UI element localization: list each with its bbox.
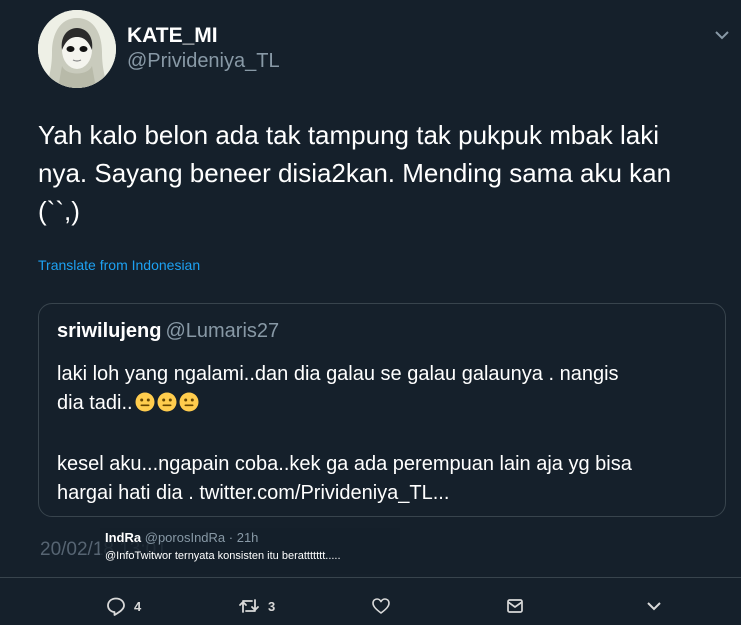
quoted-line: hargai hati dia . twitter.com/Privideniy… xyxy=(57,482,450,504)
author-handle[interactable]: @Privideniya_TL xyxy=(127,50,280,73)
direct-message-button[interactable] xyxy=(505,596,525,616)
reply-count: 4 xyxy=(134,598,142,614)
overlay-reply-text: @InfoTwitwor ternyata konsisten itu bera… xyxy=(105,550,341,562)
overlay-reply-name[interactable]: IndRa xyxy=(105,530,141,545)
reply-button[interactable]: 4 xyxy=(106,596,141,616)
quoted-tweet[interactable]: sriwilujeng @Lumaris27 laki loh yang ngal… xyxy=(38,303,726,517)
quoted-line-with-emoji: dia tadi.. xyxy=(57,389,717,418)
divider xyxy=(0,577,741,578)
tweet-line: nya. Sayang beneer disia2kan. Mending sa… xyxy=(38,158,672,188)
quoted-header: sriwilujeng @Lumaris27 xyxy=(57,320,279,343)
translate-link[interactable]: Translate from Indonesian xyxy=(38,257,200,273)
overlay-reply-handle[interactable]: @porosIndRa xyxy=(145,530,225,545)
tweet-line: Yah kalo belon ada tak tampung tak pukpu… xyxy=(38,120,660,150)
more-button[interactable] xyxy=(645,596,663,616)
overlay-reply-time: · 21h xyxy=(228,530,259,545)
neutral-face-emoji xyxy=(135,392,155,412)
chevron-down-icon xyxy=(645,596,663,616)
reply-icon xyxy=(106,596,126,616)
like-button[interactable] xyxy=(371,596,391,616)
retweet-button[interactable]: 3 xyxy=(238,596,275,616)
avatar[interactable] xyxy=(38,10,116,88)
quoted-paragraph: laki loh yang ngalami..dan dia galau se … xyxy=(57,360,717,418)
neutral-face-emoji xyxy=(179,392,199,412)
neutral-face-emoji xyxy=(157,392,177,412)
author-display-name[interactable]: KATE_MI xyxy=(127,24,218,48)
heart-icon xyxy=(371,596,391,616)
quoted-line-text: dia tadi.. xyxy=(57,392,133,414)
quoted-display-name[interactable]: sriwilujeng xyxy=(57,320,161,342)
tweet-text: Yah kalo belon ada tak tampung tak pukpu… xyxy=(38,116,728,230)
tweet-line: (``,) xyxy=(38,196,80,226)
quoted-handle[interactable]: @Lumaris27 xyxy=(165,320,279,342)
retweet-count: 3 xyxy=(268,598,276,614)
envelope-icon xyxy=(505,596,525,616)
quoted-line: laki loh yang ngalami..dan dia galau se … xyxy=(57,363,619,385)
quoted-paragraph: kesel aku...ngapain coba..kek ga ada per… xyxy=(57,450,717,508)
overlay-reply-header: IndRa @porosIndRa · 21h xyxy=(105,530,258,545)
quoted-line: kesel aku...ngapain coba..kek ga ada per… xyxy=(57,453,632,475)
chevron-down-icon[interactable] xyxy=(714,28,730,40)
retweet-icon xyxy=(238,596,260,616)
